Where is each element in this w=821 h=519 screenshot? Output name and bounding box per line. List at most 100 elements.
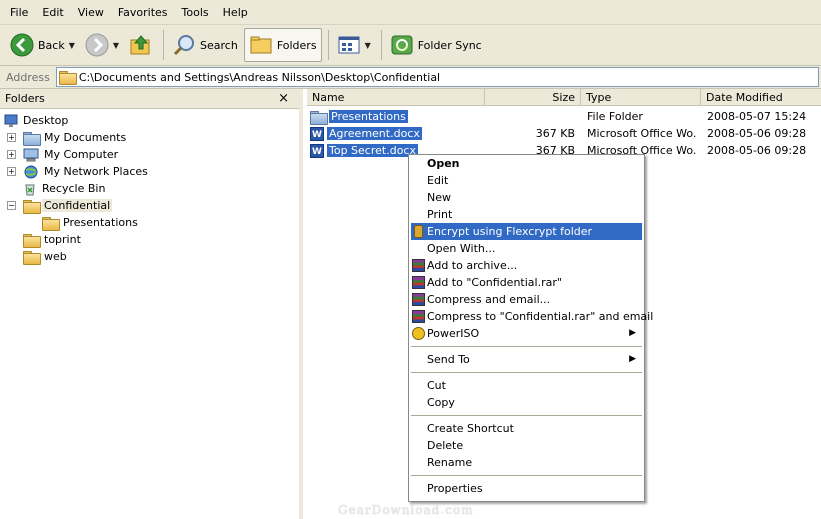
menu-item-edit[interactable]: Edit	[411, 172, 642, 189]
tree-item-label: My Documents	[44, 131, 127, 144]
network-places-icon	[24, 165, 38, 178]
toolbar-separator	[380, 30, 382, 60]
collapse-icon[interactable]: −	[7, 201, 16, 210]
back-label: Back	[38, 38, 65, 52]
menu-favorites[interactable]: Favorites	[111, 0, 175, 25]
back-dropdown-icon[interactable]: ▼	[69, 41, 75, 50]
menu-item-encrypt[interactable]: Encrypt using Flexcrypt folder	[411, 223, 642, 240]
folder-sync-button[interactable]: Folder Sync	[386, 28, 486, 62]
folders-icon	[250, 36, 272, 54]
forward-button[interactable]: ▼	[81, 28, 123, 62]
file-type: Microsoft Office Wo...	[587, 127, 697, 140]
tree-item-presentations[interactable]: Presentations	[42, 214, 140, 231]
search-button[interactable]: Search	[168, 28, 242, 62]
toolbar-separator	[163, 30, 165, 60]
tree-item-label: Confidential	[42, 199, 113, 212]
column-header-date[interactable]: Date Modified	[701, 89, 821, 106]
menu-item-label: Cut	[427, 379, 446, 392]
menu-edit[interactable]: Edit	[35, 0, 70, 25]
file-name-cell[interactable]: W Agreement.docx	[310, 125, 422, 142]
tree-item-toprint[interactable]: toprint	[23, 231, 83, 248]
menu-item-open[interactable]: Open	[411, 155, 642, 172]
menu-item-rename[interactable]: Rename	[411, 454, 642, 471]
menu-view[interactable]: View	[71, 0, 111, 25]
table-row[interactable]: W Agreement.docx 367 KB Microsoft Office…	[307, 125, 821, 142]
file-type: File Folder	[587, 110, 643, 123]
back-button[interactable]: Back ▼	[6, 28, 79, 62]
menu-item-label: Edit	[427, 174, 449, 187]
menu-separator	[411, 415, 642, 416]
forward-dropdown-icon[interactable]: ▼	[113, 41, 119, 50]
tree-item-label: Desktop	[23, 114, 69, 127]
menu-item-create-shortcut[interactable]: Create Shortcut	[411, 420, 642, 437]
views-button[interactable]: ▼	[333, 28, 375, 62]
menu-item-label: Rename	[427, 456, 473, 469]
search-icon	[173, 35, 195, 56]
file-size: 367 KB	[535, 127, 575, 140]
context-menu: Open Edit New Print Encrypt using Flexcr…	[408, 154, 653, 502]
expand-icon[interactable]: +	[7, 133, 16, 142]
folders-pane-header: Folders ×	[0, 89, 299, 109]
menu-item-add-to-archive[interactable]: Add to archive...	[411, 257, 642, 274]
toolbar-separator	[327, 30, 329, 60]
tree-item-confidential[interactable]: Confidential	[23, 197, 113, 214]
table-row[interactable]: Presentations File Folder 2008-05-07 15:…	[307, 108, 821, 125]
column-header-label: Size	[552, 90, 575, 104]
menu-tools[interactable]: Tools	[175, 0, 216, 25]
column-header-size[interactable]: Size	[485, 89, 581, 106]
file-date: 2008-05-06 09:28	[707, 127, 807, 140]
tree-item-web[interactable]: web	[23, 248, 69, 265]
address-field[interactable]: C:\Documents and Settings\Andreas Nilsso…	[55, 67, 819, 87]
expand-icon[interactable]: +	[7, 150, 16, 159]
menu-item-new[interactable]: New	[411, 189, 642, 206]
menu-item-poweriso[interactable]: PowerISO ▶	[411, 325, 642, 342]
menu-item-send-to[interactable]: Send To ▶	[411, 351, 642, 368]
up-folder-icon	[130, 35, 150, 55]
my-computer-icon	[23, 148, 39, 161]
up-folder-button[interactable]	[125, 28, 157, 62]
expand-icon[interactable]: +	[7, 167, 16, 176]
tree-item-label: Presentations	[63, 216, 138, 229]
views-dropdown-icon[interactable]: ▼	[365, 41, 371, 50]
file-name: Agreement.docx	[327, 127, 422, 140]
menu-item-label: Copy	[427, 396, 455, 409]
tree-item-recycle-bin[interactable]: Recycle Bin	[23, 180, 107, 197]
tree-item-my-documents[interactable]: My Documents	[23, 129, 128, 146]
column-header-name[interactable]: Name	[307, 89, 485, 106]
menu-item-add-to-rar[interactable]: Add to "Confidential.rar"	[411, 274, 642, 291]
folders-button[interactable]: Folders	[243, 28, 322, 62]
menu-separator	[411, 372, 642, 373]
tree-item-my-computer[interactable]: My Computer	[23, 146, 120, 163]
poweriso-icon	[412, 327, 425, 340]
file-date: 2008-05-06 09:28	[707, 144, 807, 157]
forward-arrow-icon	[85, 33, 109, 57]
folders-pane-title: Folders	[5, 92, 45, 105]
menu-item-label: Send To	[427, 353, 470, 366]
search-label: Search	[200, 38, 238, 52]
menu-item-cut[interactable]: Cut	[411, 377, 642, 394]
address-value[interactable]: C:\Documents and Settings\Andreas Nilsso…	[79, 71, 440, 84]
tree-item-network-places[interactable]: My Network Places	[23, 163, 150, 180]
close-icon[interactable]: ×	[278, 91, 289, 106]
menu-item-compress-rar-email[interactable]: Compress to "Confidential.rar" and email	[411, 308, 653, 325]
menu-item-label: New	[427, 191, 451, 204]
tree-item-desktop[interactable]: Desktop	[4, 112, 70, 129]
menu-item-open-with[interactable]: Open With...	[411, 240, 642, 257]
file-name-cell[interactable]: W Top Secret.docx	[310, 142, 418, 159]
menu-help[interactable]: Help	[216, 0, 255, 25]
submenu-arrow-icon: ▶	[629, 328, 636, 338]
column-header-type[interactable]: Type	[581, 89, 701, 106]
my-documents-icon	[23, 131, 41, 146]
column-header-label: Type	[586, 90, 612, 104]
file-name-cell[interactable]: Presentations	[310, 108, 408, 125]
menu-item-label: Delete	[427, 439, 464, 452]
menu-item-print[interactable]: Print	[411, 206, 642, 223]
menu-file[interactable]: File	[3, 0, 35, 25]
views-icon	[338, 36, 360, 54]
menu-item-compress-email[interactable]: Compress and email...	[411, 291, 642, 308]
folder-icon	[23, 250, 41, 265]
menu-item-properties[interactable]: Properties	[411, 480, 642, 497]
file-date: 2008-05-07 15:24	[707, 110, 807, 123]
menu-item-delete[interactable]: Delete	[411, 437, 642, 454]
menu-item-copy[interactable]: Copy	[411, 394, 642, 411]
